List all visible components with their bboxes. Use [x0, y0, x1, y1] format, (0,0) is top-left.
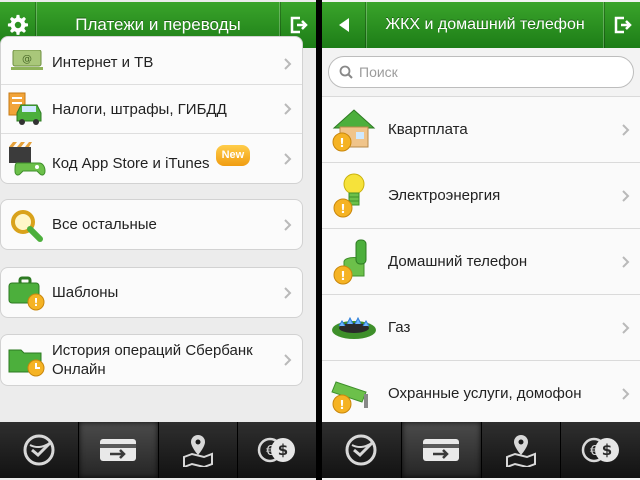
payments-card-icon [423, 439, 460, 461]
phone-screenshots: Платежи и переводы @ Интернет и ТВ Налог… [0, 0, 640, 480]
phone-icon: ! [333, 239, 367, 284]
list-item-line2: Онлайн [52, 361, 106, 378]
utilities-screen: ЖКХ и домашний телефон Поиск ! Квартплат… [322, 0, 640, 480]
list-item-operations-history[interactable]: История операций Сбербанк Онлайн [1, 335, 302, 385]
back-button[interactable] [322, 2, 366, 48]
payments-card-icon [100, 439, 137, 461]
chevron-right-icon [622, 123, 630, 136]
svg-text:!: ! [340, 202, 345, 216]
map-pin-icon [182, 435, 213, 467]
tab-home[interactable] [0, 422, 80, 478]
svg-text:!: ! [33, 296, 38, 309]
chevron-right-icon [284, 218, 292, 231]
tab-currency[interactable]: € $ [238, 422, 316, 478]
search-input[interactable]: Поиск [328, 56, 634, 88]
sberbank-logo-icon [23, 434, 55, 466]
list-item-text: Код App Store и iTunes [52, 154, 210, 172]
templates-group: ! Шаблоны [0, 267, 303, 318]
list-item-label: Налоги, штрафы, ГИБДД [52, 100, 227, 118]
page-title: Платежи и переводы [75, 15, 241, 34]
chevron-right-icon [284, 58, 292, 70]
list-item-label: Домашний телефон [388, 253, 528, 270]
list-item-electricity[interactable]: ! Электроэнергия [322, 162, 640, 228]
list-item-label: Квартплата [388, 121, 468, 138]
car-document-icon [8, 92, 42, 125]
currency-icon: € $ [581, 437, 619, 463]
tab-currency[interactable]: € $ [561, 422, 640, 478]
tab-map[interactable] [482, 422, 562, 478]
exit-button[interactable] [604, 2, 640, 48]
list-item-all-others[interactable]: Все остальные [1, 200, 302, 249]
magnifier-icon [11, 209, 43, 242]
map-pin-icon [505, 435, 536, 467]
list-item-rent[interactable]: ! Квартплата [322, 96, 640, 162]
tab-payments[interactable] [401, 422, 482, 478]
list-item-label: Охранные услуги, домофон [388, 385, 582, 402]
svg-text:!: ! [339, 398, 344, 412]
list-item-taxes-fines[interactable]: Налоги, штрафы, ГИБДД [1, 85, 302, 134]
bulb-icon: ! [333, 173, 365, 217]
film-gamepad-icon [9, 141, 46, 175]
chevron-right-icon [284, 103, 292, 115]
utilities-header: ЖКХ и домашний телефон [322, 2, 640, 48]
tab-map[interactable] [159, 422, 238, 478]
tab-bar: € $ [0, 422, 316, 478]
briefcase-icon: ! [8, 276, 45, 310]
currency-icon: € $ [257, 437, 295, 463]
list-item-label: Все остальные [52, 216, 157, 233]
gas-burner-icon [332, 316, 376, 339]
svg-text:!: ! [339, 136, 344, 150]
list-item-line1: История операций Сбербанк [52, 342, 253, 359]
chevron-right-icon [622, 189, 630, 202]
new-badge: New [215, 144, 251, 166]
payment-categories-group: @ Интернет и ТВ Налоги, штрафы, ГИБДД Ко… [0, 36, 303, 184]
utilities-list: ! Квартплата ! Электроэнергия ! Домашний… [322, 96, 640, 426]
page-title: ЖКХ и домашний телефон [385, 16, 585, 33]
exit-icon [614, 16, 632, 34]
list-item-label: Код App Store и iTunes New [52, 144, 251, 173]
chevron-right-icon [622, 255, 630, 268]
search-placeholder: Поиск [359, 64, 398, 80]
list-item-label: История операций Сбербанк Онлайн [52, 341, 253, 379]
folder-clock-icon [8, 349, 45, 377]
sberbank-logo-icon [345, 434, 377, 466]
svg-text:!: ! [340, 269, 345, 283]
list-item-internet-tv[interactable]: @ Интернет и ТВ [1, 37, 302, 85]
tab-payments[interactable] [79, 422, 159, 478]
tab-home[interactable] [322, 422, 402, 478]
camera-icon: ! [331, 380, 368, 413]
dollar-sign: $ [278, 441, 288, 459]
gear-icon [7, 14, 28, 35]
tab-bar: € $ [322, 422, 640, 478]
history-group: История операций Сбербанк Онлайн [0, 334, 303, 386]
chevron-right-icon [622, 321, 630, 334]
search-icon [339, 65, 353, 79]
chevron-right-icon [284, 152, 292, 165]
list-item-label: Электроэнергия [388, 187, 501, 204]
list-item-home-phone[interactable]: ! Домашний телефон [322, 228, 640, 294]
internet-tv-icon: @ [11, 50, 43, 70]
list-item-gas[interactable]: Газ [322, 294, 640, 360]
list-item-label: Газ [388, 319, 411, 336]
other-payments-group: Все остальные [0, 199, 303, 250]
back-arrow-icon [338, 18, 349, 32]
house-icon: ! [332, 108, 376, 151]
list-item-app-store-code[interactable]: Код App Store и iTunes New [1, 134, 302, 183]
list-item-label: Шаблоны [52, 284, 119, 301]
chevron-right-icon [284, 354, 292, 366]
chevron-right-icon [622, 387, 630, 400]
dollar-sign: $ [601, 441, 611, 459]
svg-text:@: @ [22, 54, 32, 65]
list-item-label: Интернет и ТВ [52, 54, 154, 71]
list-item-security-intercom[interactable]: ! Охранные услуги, домофон [322, 360, 640, 426]
chevron-right-icon [284, 286, 292, 299]
list-item-templates[interactable]: ! Шаблоны [1, 268, 302, 317]
exit-icon [290, 16, 308, 34]
payments-screen: Платежи и переводы @ Интернет и ТВ Налог… [0, 0, 316, 480]
